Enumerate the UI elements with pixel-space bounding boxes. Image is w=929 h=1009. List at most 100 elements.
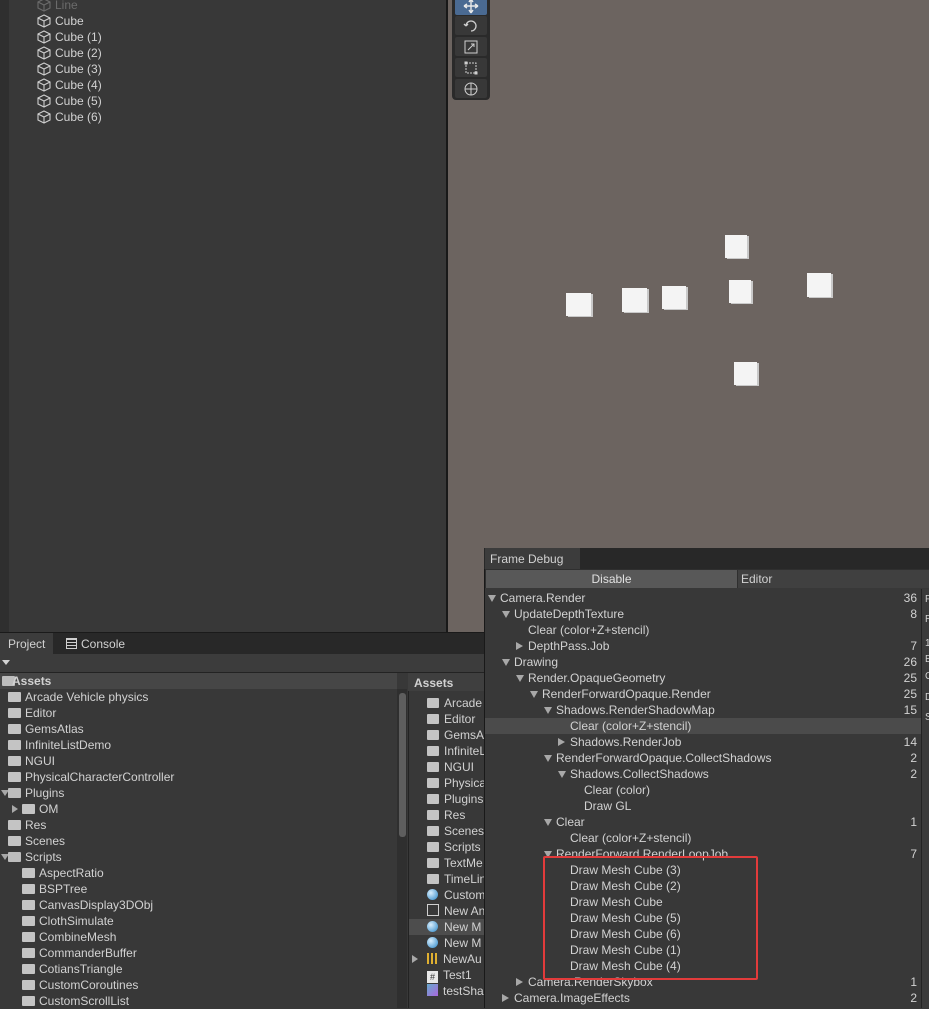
asset-item[interactable]: Scenes	[427, 823, 484, 839]
frame-event-row[interactable]: DepthPass.Job 7	[485, 638, 921, 654]
asset-item[interactable]: # Test1	[427, 967, 484, 983]
frame-event-row[interactable]: Camera.Render 36	[485, 590, 921, 606]
asset-item[interactable]: Arcade	[427, 695, 484, 711]
scene-cube[interactable]	[807, 273, 831, 297]
tree-folder-row[interactable]: InfiniteListDemo	[8, 737, 111, 753]
asset-item[interactable]: Plugins	[427, 791, 484, 807]
collapse-arrow-icon[interactable]	[544, 755, 552, 762]
expand-arrow-icon[interactable]	[516, 642, 523, 650]
tree-folder-row[interactable]: OM	[12, 801, 58, 817]
frame-event-row[interactable]: RenderForwardOpaque.Render 25	[485, 686, 921, 702]
tree-folder-row[interactable]: CombineMesh	[22, 929, 116, 945]
asset-item[interactable]: TimeLin	[427, 871, 484, 887]
tree-folder-row[interactable]: GemsAtlas	[8, 721, 84, 737]
asset-item[interactable]: Physica	[427, 775, 484, 791]
asset-item[interactable]: testSha	[427, 983, 484, 999]
frame-event-row[interactable]: RenderForwardOpaque.CollectShadows 2	[485, 750, 921, 766]
tree-assets-row[interactable]: Assets	[0, 673, 397, 689]
rotate-tool-button[interactable]	[455, 16, 487, 35]
transform-tool-button[interactable]	[455, 79, 487, 98]
asset-item[interactable]: Editor	[427, 711, 484, 727]
tree-scrollbar-thumb[interactable]	[399, 693, 406, 837]
asset-item[interactable]: Custom	[427, 887, 484, 903]
asset-item[interactable]: New M	[427, 919, 484, 935]
frame-event-row[interactable]: Clear (color+Z+stencil)	[485, 830, 921, 846]
asset-item[interactable]: NewAu	[427, 951, 484, 967]
disable-button[interactable]: Disable	[486, 570, 737, 588]
collapse-arrow-icon[interactable]	[530, 691, 538, 698]
expand-arrow-icon[interactable]	[558, 738, 565, 746]
frame-event-row[interactable]: Clear (color+Z+stencil)	[485, 622, 921, 638]
tree-folder-row[interactable]: Plugins	[1, 785, 64, 801]
scene-cube[interactable]	[662, 286, 686, 309]
frame-event-row[interactable]: Camera.ImageEffects 2	[485, 990, 921, 1006]
collapse-arrow-icon[interactable]	[502, 611, 510, 618]
expand-arrow-icon[interactable]	[502, 994, 509, 1002]
collapse-arrow-icon[interactable]	[558, 771, 566, 778]
create-dropdown-icon[interactable]	[2, 660, 10, 665]
collapse-arrow-icon[interactable]	[544, 707, 552, 714]
frame-event-row[interactable]: Drawing 26	[485, 654, 921, 670]
scene-cube[interactable]	[566, 293, 591, 316]
scene-cube[interactable]	[729, 280, 751, 303]
scene-cube[interactable]	[725, 235, 747, 258]
tree-folder-row[interactable]: CustomScrollList	[22, 993, 129, 1009]
collapse-arrow-icon[interactable]	[502, 659, 510, 666]
scene-view[interactable]	[448, 0, 929, 632]
tree-folder-row[interactable]: CommanderBuffer	[22, 945, 137, 961]
assets-breadcrumb-label[interactable]: Assets	[414, 674, 453, 692]
hierarchy-item[interactable]: Cube (4)	[37, 77, 102, 93]
frame-event-row[interactable]: Clear 1	[485, 814, 921, 830]
scale-tool-button[interactable]	[455, 37, 487, 56]
asset-item[interactable]: NGUI	[427, 759, 484, 775]
tree-folder-row[interactable]: Arcade Vehicle physics	[8, 689, 148, 705]
collapse-arrow-icon[interactable]	[516, 675, 524, 682]
scene-cube[interactable]	[622, 288, 647, 312]
tree-folder-row[interactable]: CustomCoroutines	[22, 977, 138, 993]
tree-folder-row[interactable]: NGUI	[8, 753, 55, 769]
asset-item[interactable]: New An	[427, 903, 484, 919]
tab-frame-debug[interactable]: Frame Debug	[485, 548, 580, 569]
expand-arrow-icon[interactable]	[516, 978, 523, 986]
frame-event-row[interactable]: UpdateDepthTexture 8	[485, 606, 921, 622]
tree-folder-row[interactable]: CotiansTriangle	[22, 961, 123, 977]
asset-item[interactable]: New M	[427, 935, 484, 951]
asset-item[interactable]: Res	[427, 807, 484, 823]
tree-folder-row[interactable]: Editor	[8, 705, 56, 721]
hierarchy-item[interactable]: Cube (1)	[37, 29, 102, 45]
hierarchy-item[interactable]: Cube (3)	[37, 61, 102, 77]
hierarchy-item[interactable]: Cube (2)	[37, 45, 102, 61]
asset-item[interactable]: InfiniteL	[427, 743, 484, 759]
tree-folder-row[interactable]: CanvasDisplay3DObj	[22, 897, 153, 913]
move-tool-button[interactable]	[455, 0, 487, 15]
target-dropdown[interactable]: Editor	[738, 570, 929, 588]
asset-item[interactable]: Scripts	[427, 839, 484, 855]
tree-folder-row[interactable]: Scenes	[8, 833, 65, 849]
rect-tool-button[interactable]	[455, 58, 487, 77]
scene-cube[interactable]	[734, 362, 757, 385]
asset-item[interactable]: TextMe	[427, 855, 484, 871]
frame-event-row[interactable]: Draw GL	[485, 798, 921, 814]
collapse-arrow-icon[interactable]	[488, 595, 496, 602]
hierarchy-item[interactable]: Line	[37, 0, 78, 13]
tree-folder-row[interactable]: AspectRatio	[22, 865, 104, 881]
tree-folder-row[interactable]: PhysicalCharacterController	[8, 769, 174, 785]
hierarchy-item[interactable]: Cube	[37, 13, 84, 29]
expand-arrow-icon[interactable]	[12, 805, 18, 813]
collapse-arrow-icon[interactable]	[544, 819, 552, 826]
frame-event-row[interactable]: Clear (color+Z+stencil)	[485, 718, 921, 734]
tree-folder-row[interactable]: Res	[8, 817, 46, 833]
frame-event-row[interactable]: Shadows.RenderShadowMap 15	[485, 702, 921, 718]
frame-event-row[interactable]: Shadows.CollectShadows 2	[485, 766, 921, 782]
frame-event-row[interactable]: Shadows.RenderJob 14	[485, 734, 921, 750]
tab-project[interactable]: Project	[0, 633, 54, 655]
tree-folder-row[interactable]: ClothSimulate	[22, 913, 114, 929]
tab-console[interactable]: Console	[58, 633, 133, 655]
tree-folder-row[interactable]: BSPTree	[22, 881, 87, 897]
frame-event-row[interactable]: Clear (color)	[485, 782, 921, 798]
expand-arrow-icon[interactable]	[412, 955, 418, 963]
asset-item[interactable]: GemsA	[427, 727, 484, 743]
tree-folder-row[interactable]: Scripts	[1, 849, 62, 865]
frame-event-row[interactable]: Render.OpaqueGeometry 25	[485, 670, 921, 686]
hierarchy-item[interactable]: Cube (5)	[37, 93, 102, 109]
